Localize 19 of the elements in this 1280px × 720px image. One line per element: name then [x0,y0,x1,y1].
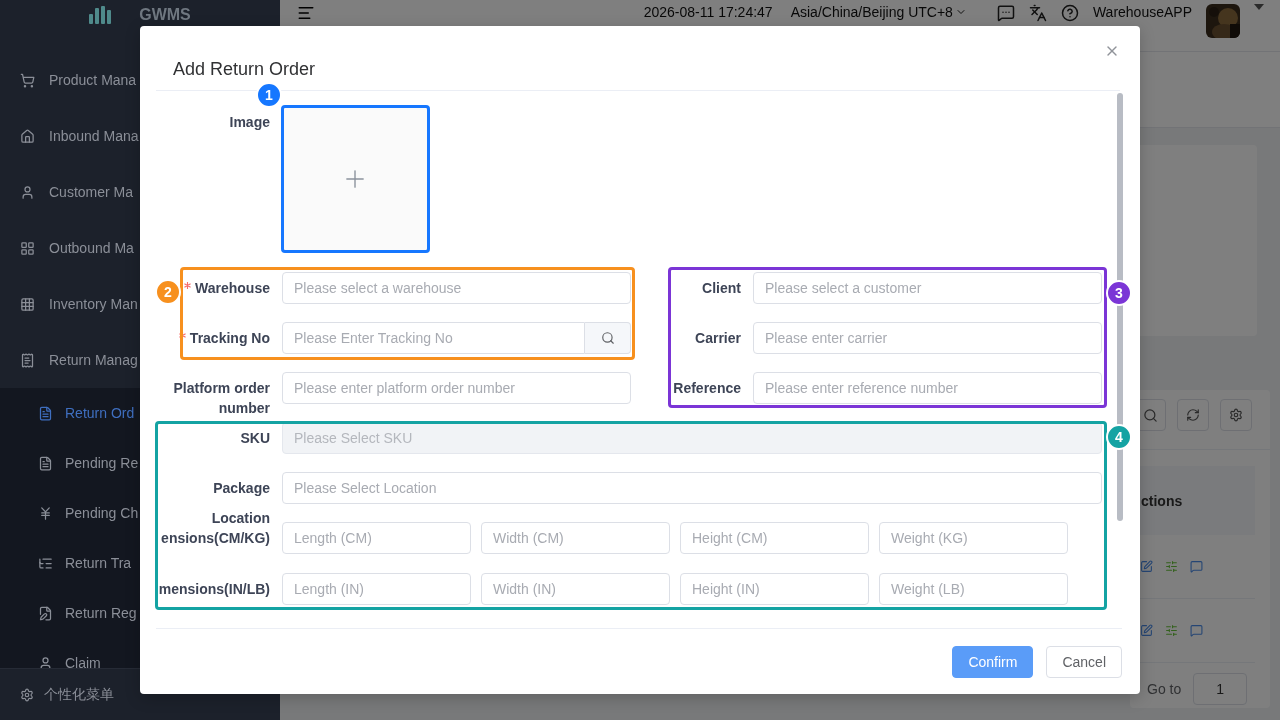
number-badge: 4 [1106,424,1132,450]
logo-text: GWMS [139,6,191,24]
field-label: Platform order number [173,379,270,418]
field-label: SKU [240,429,270,448]
field-label: mensions(IN/LB) [158,580,270,599]
goto-label: Go to [1147,681,1182,697]
field-label: Client [702,279,741,298]
field-label: Warehouse [195,279,270,298]
datetime-text: 2026-08-11 17:24:47 [643,4,773,20]
field-label: Location ensions(CM/KG) [161,509,270,548]
field-label: Tracking No [189,329,270,348]
field-label: Reference [673,379,741,398]
number-badge: 1 [256,82,282,108]
number-badge: 3 [1106,280,1132,306]
field-label: Package [213,479,270,498]
dialog-title: Add Return Order [173,59,316,79]
field-label: Image [229,113,270,132]
field-label: Carrier [695,329,741,348]
number-badge: 2 [155,279,181,305]
